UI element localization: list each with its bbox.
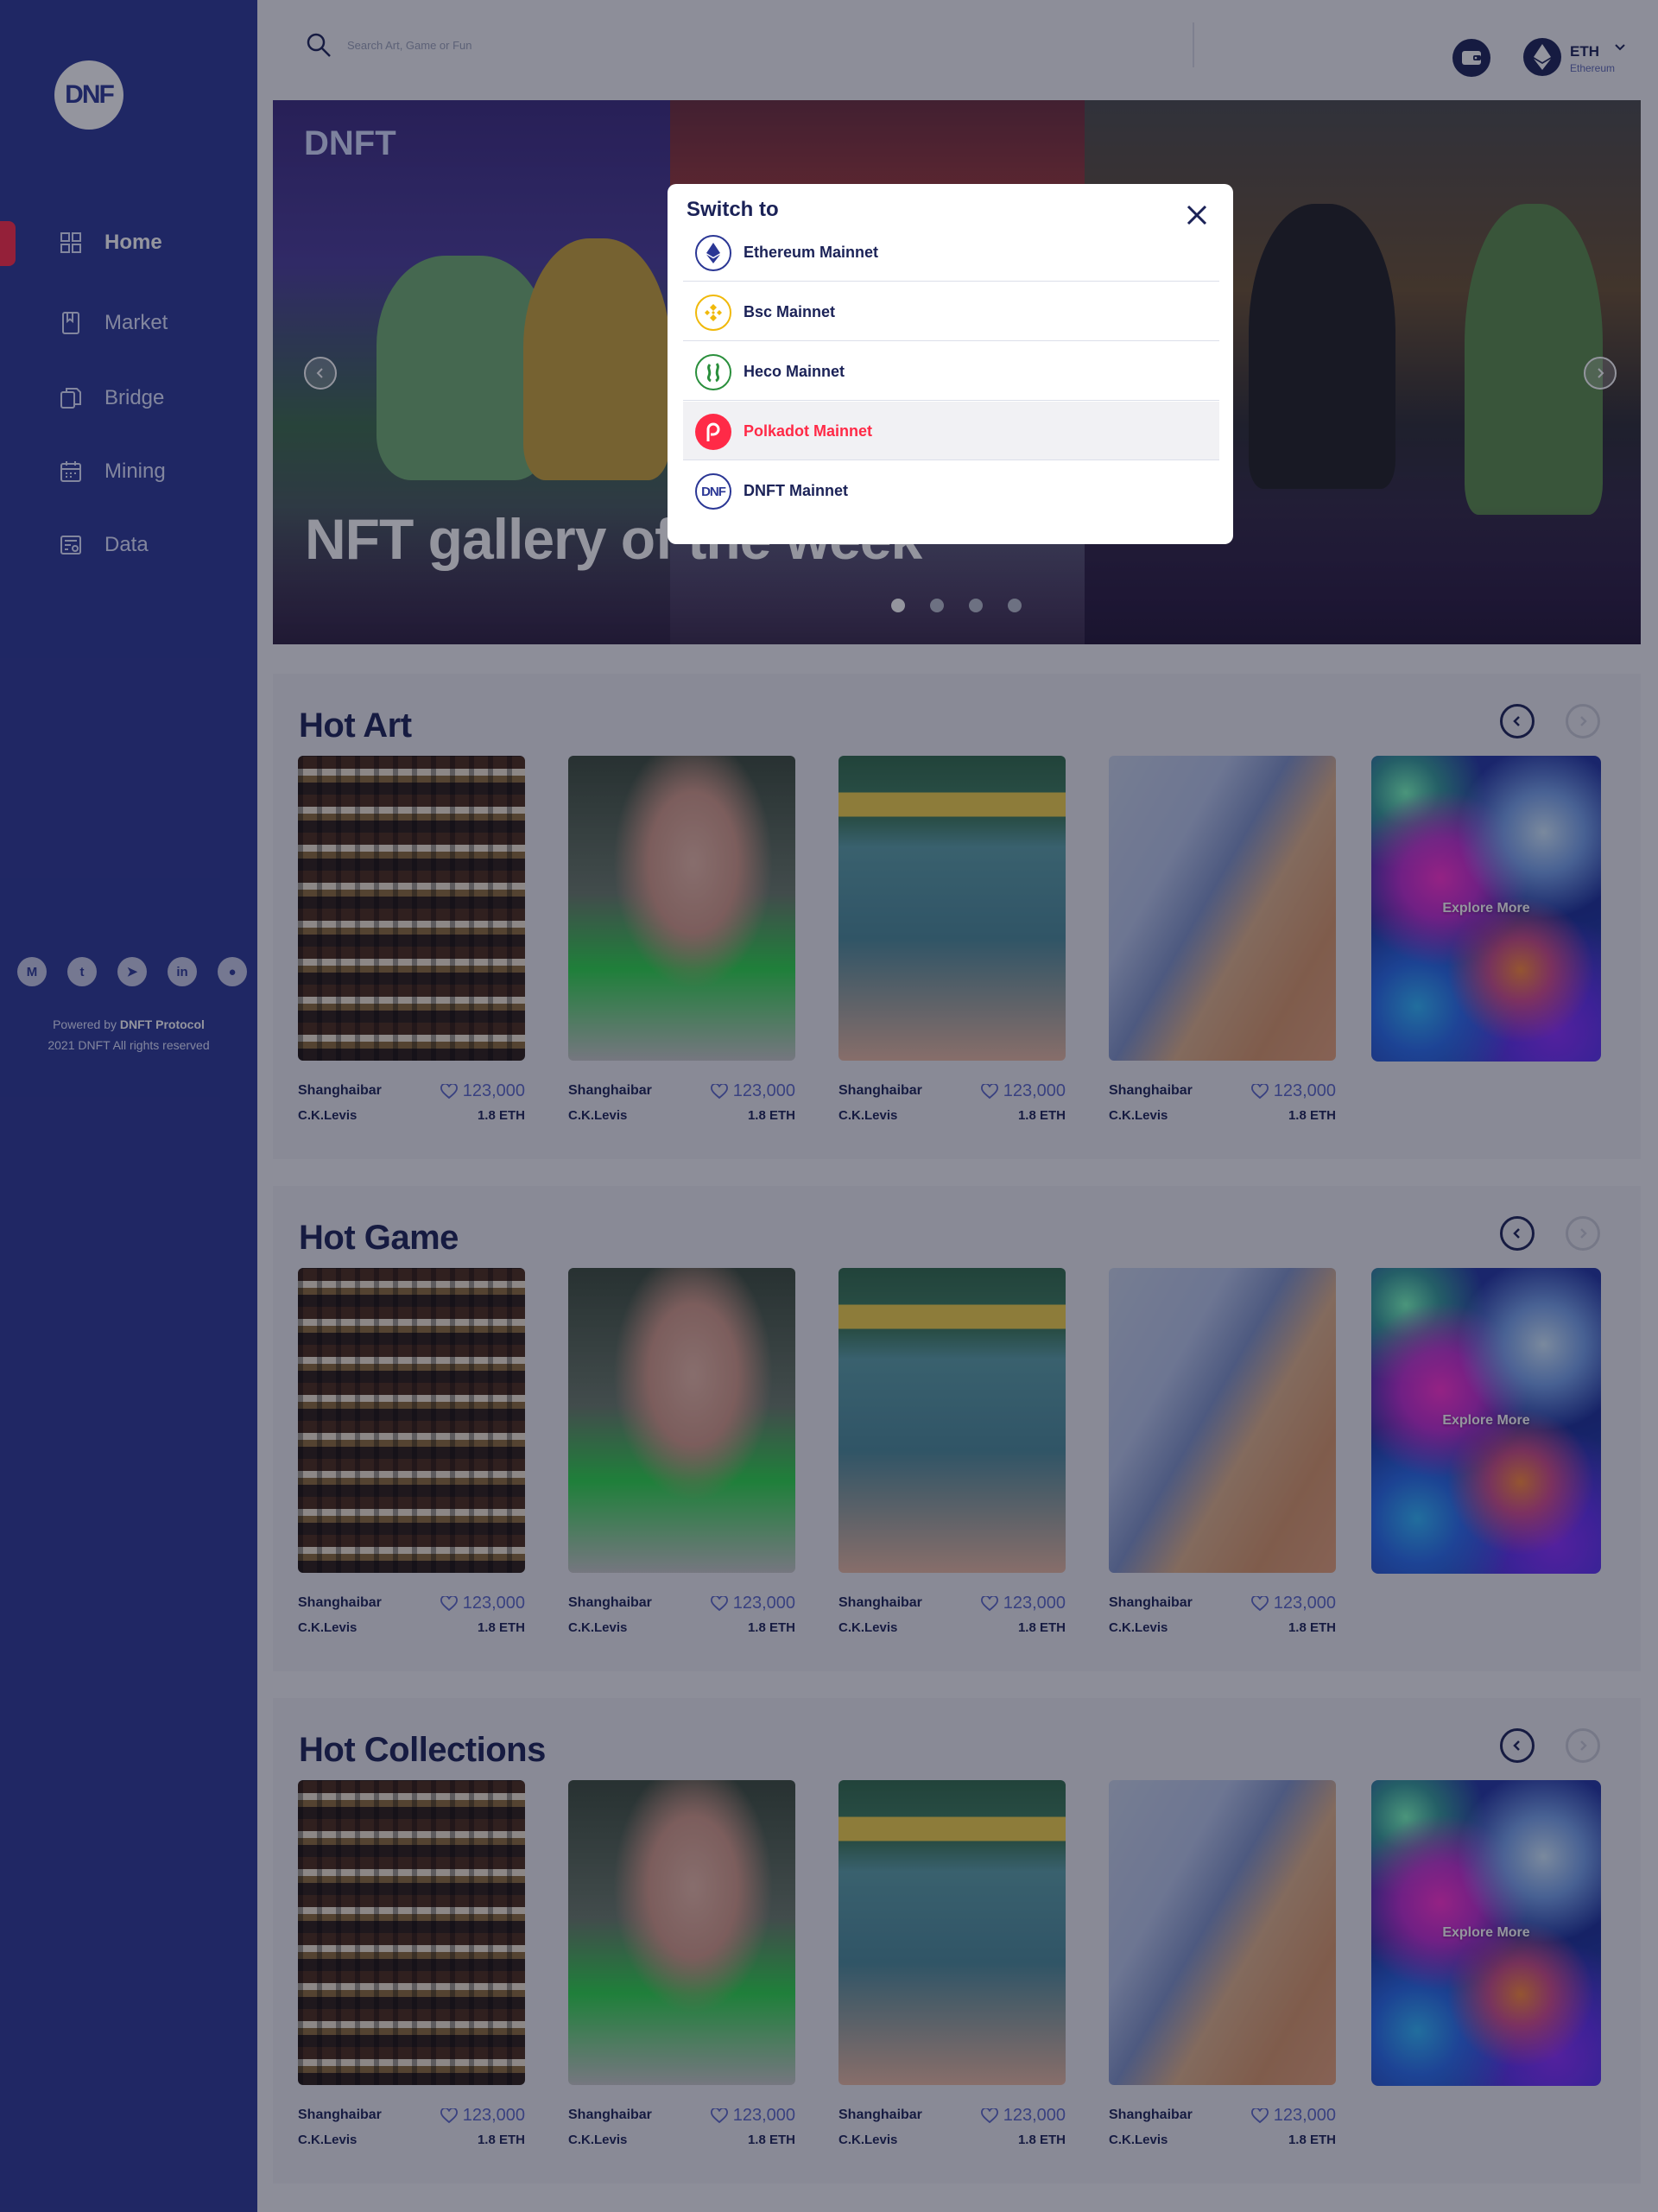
network-option-label: Polkadot Mainnet	[744, 422, 873, 440]
network-option-bsc[interactable]: Bsc Mainnet	[683, 282, 1219, 341]
dnft-icon-text: DNF	[701, 484, 726, 499]
heco-icon	[695, 354, 731, 390]
binance-icon	[695, 295, 731, 331]
modal-title: Switch to	[687, 198, 779, 221]
dnft-icon: DNF	[695, 473, 731, 510]
network-option-label: Bsc Mainnet	[744, 303, 836, 320]
network-option-label: Ethereum Mainnet	[744, 244, 879, 261]
network-option-label: DNFT Mainnet	[744, 482, 848, 499]
network-option-polkadot[interactable]: Polkadot Mainnet	[683, 402, 1219, 460]
network-option-ethereum[interactable]: Ethereum Mainnet	[683, 223, 1219, 282]
switch-network-modal: Switch to Ethereum Mainnet Bsc Mainnet H…	[668, 184, 1233, 544]
polkadot-icon	[695, 414, 731, 450]
network-option-heco[interactable]: Heco Mainnet	[683, 342, 1219, 401]
ethereum-icon	[695, 235, 731, 271]
network-option-dnft[interactable]: DNF DNFT Mainnet	[683, 461, 1219, 520]
network-option-label: Heco Mainnet	[744, 363, 845, 380]
